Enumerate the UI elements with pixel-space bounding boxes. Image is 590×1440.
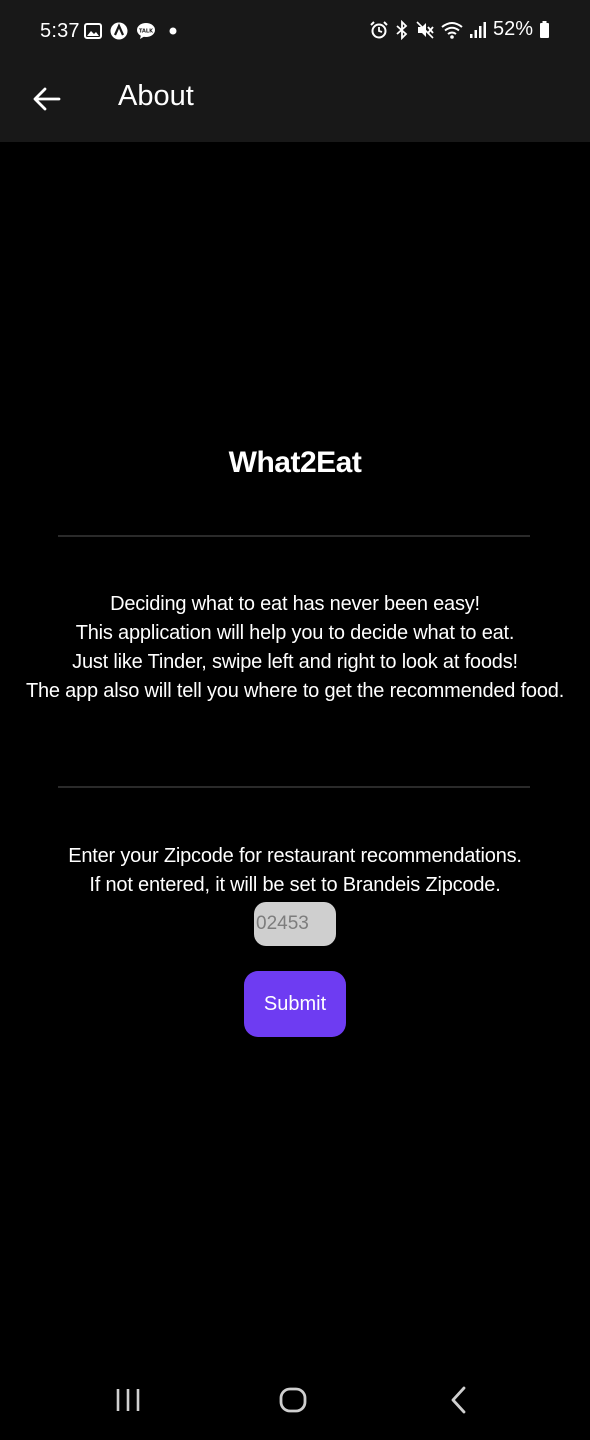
divider-bottom [58, 786, 530, 788]
battery-percentage: 52% [492, 18, 533, 40]
alarm-icon [370, 20, 388, 38]
description-line: The app also will tell you where to get … [25, 680, 565, 702]
nav-recents-button[interactable] [106, 1378, 150, 1422]
divider-top [58, 535, 530, 537]
battery-icon [540, 20, 549, 38]
back-icon [451, 1386, 466, 1414]
back-button[interactable] [26, 78, 68, 120]
talk-icon: TALK [137, 23, 155, 39]
app-name-heading: What2Eat [228, 446, 362, 479]
gallery-icon [84, 23, 102, 39]
signal-icon [469, 21, 486, 38]
zip-prompt-line: Enter your Zipcode for restaurant recomm… [68, 845, 522, 867]
dot-icon [169, 27, 177, 35]
app-description: Deciding what to eat has never been easy… [0, 590, 590, 706]
description-line: Just like Tinder, swipe left and right t… [72, 651, 518, 673]
home-icon [279, 1387, 307, 1413]
wifi-icon [441, 21, 463, 39]
status-notification-icons: TALK [84, 22, 182, 40]
bluetooth-icon [396, 19, 408, 40]
about-content: What2Eat Deciding what to eat has never … [0, 142, 590, 1360]
submit-button[interactable]: Submit [244, 971, 346, 1037]
recents-icon [116, 1389, 140, 1411]
app-bar: About [0, 60, 590, 142]
app-a-icon [110, 22, 128, 40]
zipcode-input[interactable] [254, 902, 336, 946]
svg-text:TALK: TALK [139, 29, 154, 35]
zip-prompt-line: If not entered, it will be set to Brande… [89, 874, 501, 896]
arrow-left-icon [33, 87, 61, 111]
description-line: This application will help you to decide… [75, 622, 515, 644]
status-system-icons: 52% [369, 18, 550, 41]
mute-icon [416, 20, 434, 39]
status-bar: 5:37 TALK 52% [0, 0, 590, 60]
description-line: Deciding what to eat has never been easy… [110, 593, 480, 615]
page-title: About [118, 80, 194, 112]
status-time: 5:37 [40, 20, 80, 42]
nav-back-button[interactable] [436, 1378, 480, 1422]
nav-home-button[interactable] [271, 1378, 315, 1422]
system-nav-bar [0, 1360, 590, 1440]
zip-prompt: Enter your Zipcode for restaurant recomm… [0, 842, 590, 900]
